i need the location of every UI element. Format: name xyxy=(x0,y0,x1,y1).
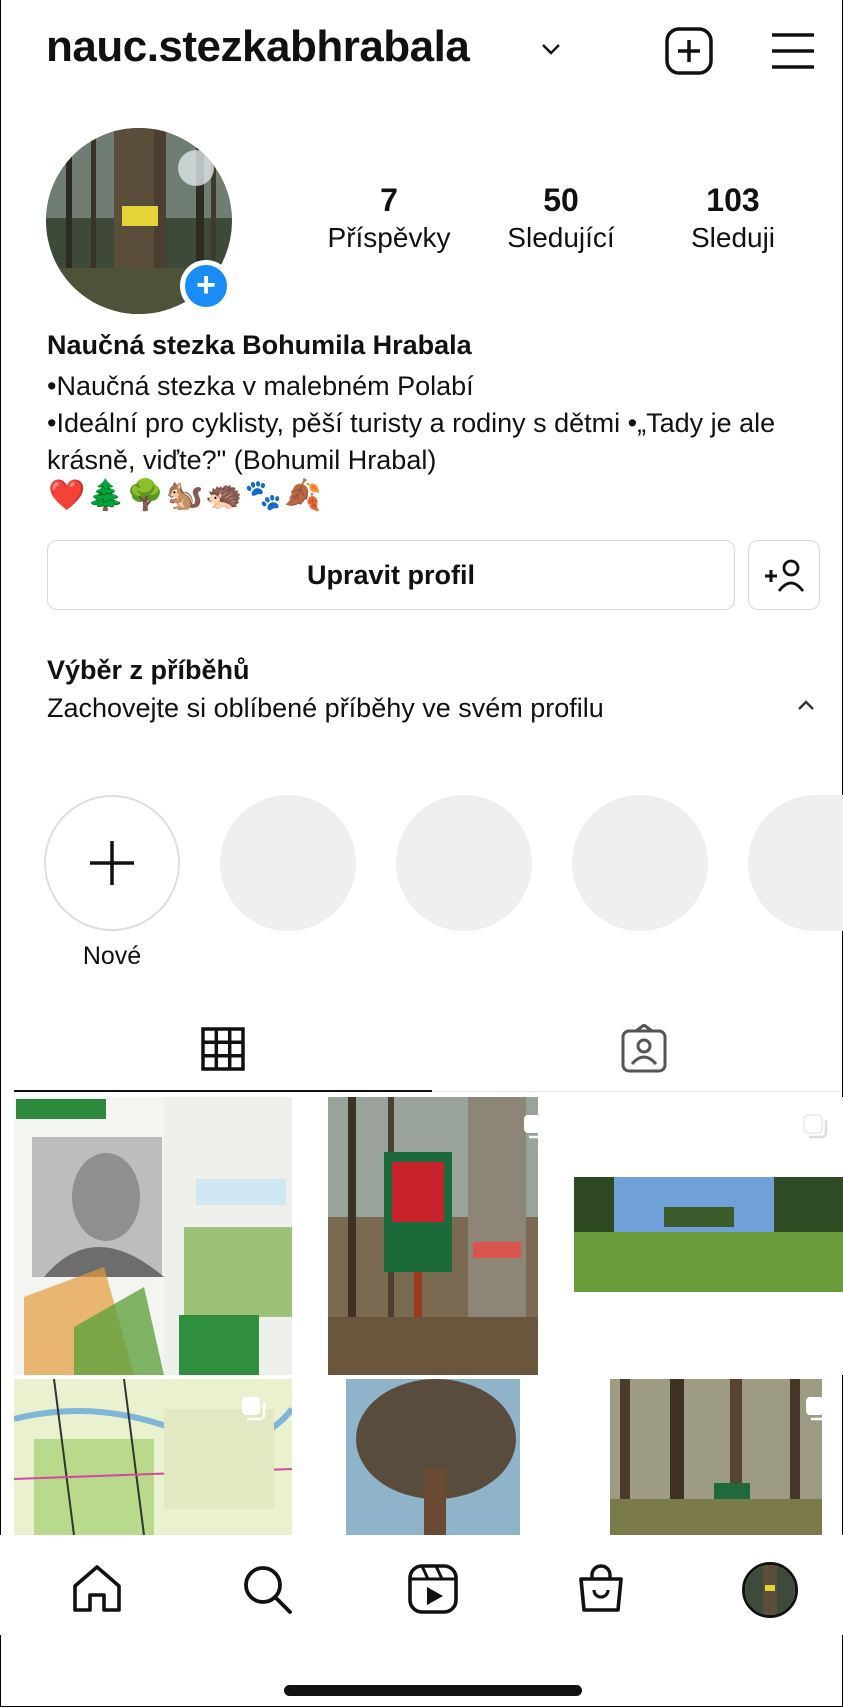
multiple-posts-icon xyxy=(803,1114,828,1139)
stat-label: Příspěvky xyxy=(327,222,451,253)
highlights-subtitle: Zachovejte si oblíbené příběhy ve svém p… xyxy=(47,693,604,723)
profile-name: Naučná stezka Bohumila Hrabala xyxy=(47,330,472,360)
edit-profile-button[interactable]: Upravit profil xyxy=(47,540,735,610)
profile-username[interactable]: nauc.stezkabhrabala xyxy=(46,22,470,72)
home-icon[interactable] xyxy=(70,1562,124,1616)
shop-icon[interactable] xyxy=(574,1562,628,1616)
bio-emojis: ❤️🌲🌳🐿️🦔🐾🍂 xyxy=(48,479,324,512)
post-thumbnail[interactable] xyxy=(14,1097,292,1375)
highlight-placeholder xyxy=(572,795,708,931)
stat-followers[interactable]: 50 Sledující xyxy=(476,180,646,256)
stat-value: 7 xyxy=(380,182,398,218)
multiple-posts-icon xyxy=(242,1397,266,1421)
stat-label: Sledující xyxy=(507,222,615,253)
add-person-icon xyxy=(765,559,805,592)
plus-icon xyxy=(90,841,134,885)
active-tab-indicator xyxy=(14,1090,432,1092)
tab-divider xyxy=(432,1091,841,1092)
multiple-posts-icon xyxy=(524,1115,548,1139)
profile-avatar[interactable] xyxy=(742,1562,798,1618)
post-thumbnail[interactable] xyxy=(328,1097,538,1375)
highlight-placeholder xyxy=(220,795,356,931)
profile-bio: •Naučná stezka v malebném Polabí •Ideáln… xyxy=(47,368,827,479)
post-thumbnail[interactable] xyxy=(346,1379,520,1535)
stat-label: Sleduji xyxy=(690,222,776,253)
reels-icon[interactable] xyxy=(406,1562,460,1616)
stat-posts[interactable]: 7 Příspěvky xyxy=(304,180,474,256)
stat-value: 103 xyxy=(706,182,760,218)
post-thumbnail[interactable] xyxy=(610,1379,822,1535)
stat-value: 50 xyxy=(543,182,579,218)
menu-icon[interactable] xyxy=(770,30,816,72)
highlight-placeholder xyxy=(396,795,532,931)
chevron-up-icon[interactable] xyxy=(796,698,816,712)
bio-line: •Naučná stezka v malebném Polabí xyxy=(47,371,474,401)
discover-people-button[interactable] xyxy=(748,540,820,610)
highlights-title: Výběr z příběhů xyxy=(47,655,250,685)
home-indicator xyxy=(284,1685,582,1696)
grid-icon[interactable] xyxy=(200,1026,246,1072)
add-story-icon[interactable]: + xyxy=(180,260,232,312)
add-post-icon[interactable] xyxy=(664,26,714,76)
stat-following[interactable]: 103 Sleduji xyxy=(648,180,818,256)
tagged-icon[interactable] xyxy=(620,1024,668,1074)
multiple-posts-icon xyxy=(806,1397,830,1421)
bio-line: •Ideální pro cyklisty, pěší turisty a ro… xyxy=(47,408,776,475)
chevron-down-icon[interactable] xyxy=(540,38,562,60)
search-icon[interactable] xyxy=(240,1562,294,1616)
new-highlight-label: Nové xyxy=(82,942,142,970)
new-highlight-button[interactable] xyxy=(44,795,180,931)
